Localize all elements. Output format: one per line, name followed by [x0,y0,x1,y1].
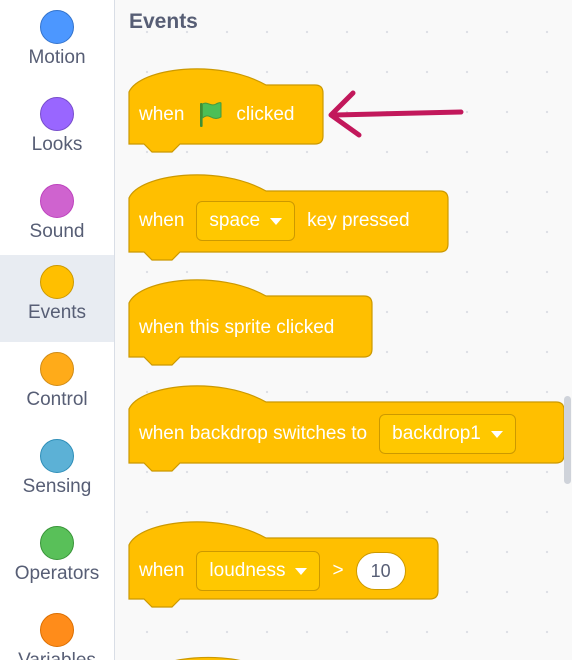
sensor-dropdown[interactable]: loudness [196,551,321,591]
category-label: Variables [18,650,96,660]
block-text-when: when [139,210,185,231]
category-label: Motion [28,47,86,68]
block-text: when backdrop switches to [139,423,368,444]
sound-color-icon [40,184,74,218]
category-sound[interactable]: Sound [0,174,114,261]
block-text-key-pressed: key pressed [307,210,410,231]
key-dropdown-value: space [209,210,261,231]
category-label: Operators [14,563,100,584]
category-label: Looks [31,134,83,155]
category-variables[interactable]: Variables [0,603,114,660]
green-flag-icon [200,102,222,127]
category-label: Events [27,302,87,323]
backdrop-dropdown-value: backdrop1 [392,423,481,444]
chevron-down-icon [270,217,283,225]
category-sensing[interactable]: Sensing [0,429,114,516]
backdrop-dropdown[interactable]: backdrop1 [379,414,516,454]
block-text-when: when [139,560,185,581]
category-control[interactable]: Control [0,342,114,429]
palette-scrollbar[interactable] [564,396,571,484]
block-text: when this sprite clicked [139,317,335,338]
sensing-color-icon [40,439,74,473]
block-text-when: when [139,104,185,125]
sensor-dropdown-value: loudness [209,560,286,581]
category-events[interactable]: Events [0,255,114,342]
motion-color-icon [40,10,74,44]
category-motion[interactable]: Motion [0,0,114,87]
looks-color-icon [40,97,74,131]
events-color-icon [40,265,74,299]
category-label: Control [26,389,88,410]
chevron-down-icon [295,567,308,575]
key-dropdown[interactable]: space [196,201,296,241]
block-palette: Events when clicked when space key press… [115,0,572,660]
arrow-left-icon [328,90,464,138]
section-title: Events [129,10,198,33]
category-label: Sensing [22,476,92,497]
threshold-input[interactable]: 10 [355,552,406,590]
category-label: Sound [29,221,85,242]
category-sidebar: Motion Looks Sound Events Control Sensin… [0,0,115,660]
next-block-top[interactable] [128,652,288,660]
block-text-clicked: clicked [236,104,295,125]
chevron-down-icon [490,430,503,438]
operator-symbol: > [332,560,344,581]
category-looks[interactable]: Looks [0,87,114,174]
control-color-icon [40,352,74,386]
operators-color-icon [40,526,74,560]
category-operators[interactable]: Operators [0,516,114,603]
variables-color-icon [40,613,74,647]
